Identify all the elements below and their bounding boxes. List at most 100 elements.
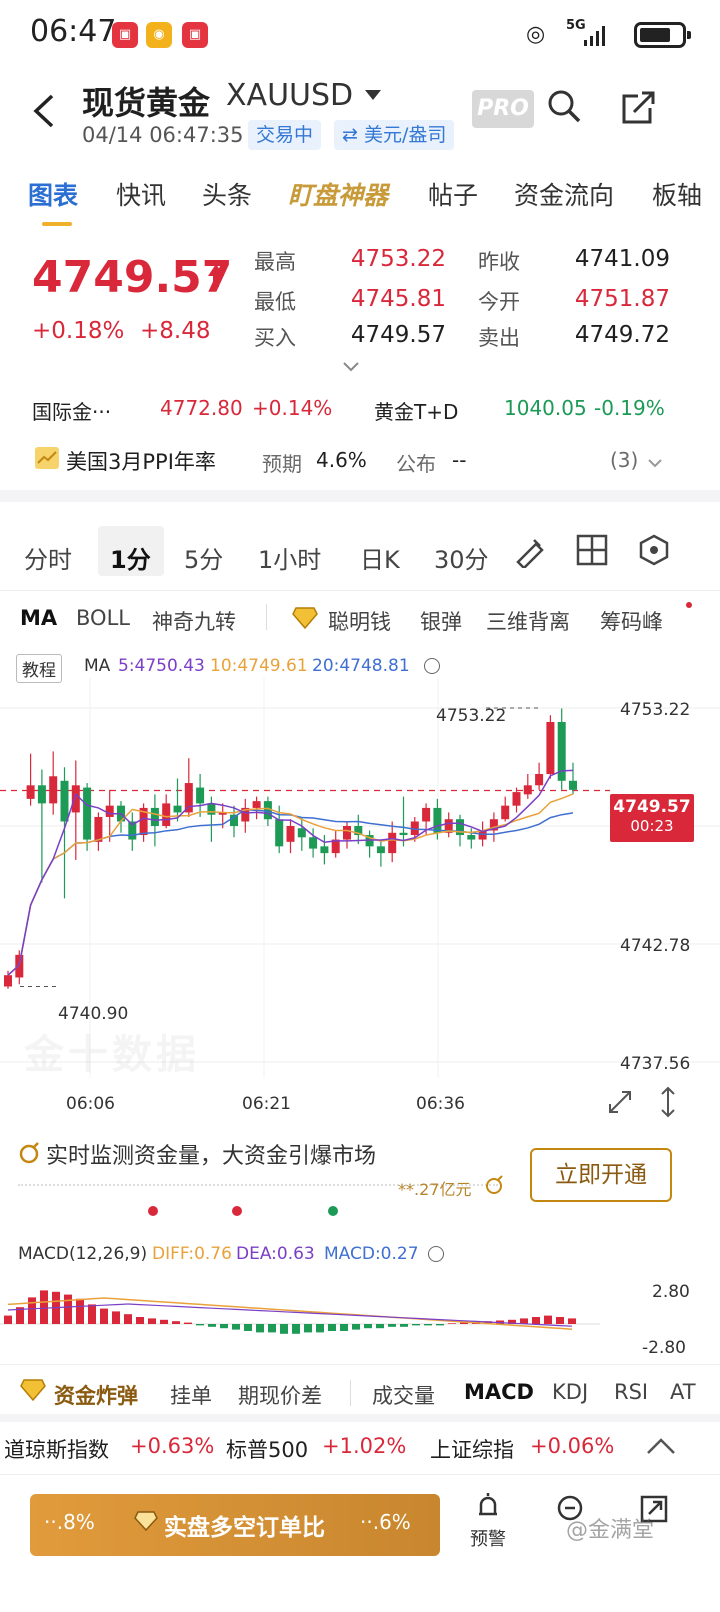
macd-y-bottom: -2.80	[642, 1338, 686, 1358]
event-name[interactable]: 美国3月PPI年率	[66, 446, 216, 476]
share-icon[interactable]	[620, 88, 658, 130]
tab-more[interactable]: 板轴	[652, 176, 702, 212]
index-name[interactable]: 上证综指	[430, 1434, 514, 1464]
indicator-td9[interactable]: 神奇九转	[152, 606, 236, 636]
instrument-title: 现货黄金	[82, 84, 211, 122]
last-price: 4749.57	[32, 252, 233, 303]
long-short-ratio-bar[interactable]: ··.8% 实盘多空订单比 ··.6%	[30, 1494, 440, 1556]
index-change: +1.02%	[322, 1434, 407, 1458]
last-price-tag: 4749.57 00:23	[610, 794, 694, 842]
subtab-basis[interactable]: 期现价差	[238, 1380, 322, 1410]
y-axis-top: 4753.22	[620, 700, 691, 720]
tab-posts[interactable]: 帖子	[428, 176, 478, 212]
tab-flash[interactable]: 快讯	[116, 176, 166, 212]
tab-chart[interactable]: 图表	[28, 176, 78, 212]
divider	[0, 1414, 720, 1422]
related-change: +0.14%	[252, 396, 333, 420]
related-name[interactable]: 国际金···	[32, 396, 111, 425]
change-pct: +0.18%	[32, 318, 125, 344]
period-1min[interactable]: 1分	[110, 540, 151, 575]
vertical-resize-icon[interactable]	[658, 1086, 678, 1122]
layout-grid-icon[interactable]	[576, 534, 608, 570]
event-count[interactable]: (3)	[610, 448, 638, 472]
calendar-event-icon	[34, 446, 60, 474]
related-name[interactable]: 黄金T+D	[374, 396, 458, 425]
subtab-volume[interactable]: 成交量	[372, 1380, 435, 1410]
x-axis-label: 06:36	[416, 1094, 465, 1114]
diamond-icon	[134, 1510, 158, 1536]
y-axis-bottom: 4737.56	[620, 1054, 691, 1074]
period-day[interactable]: 日K	[360, 540, 400, 575]
notification-icon: ▣	[112, 22, 138, 48]
subtab-more[interactable]: AT	[670, 1380, 696, 1404]
y-axis-mid: 4742.78	[620, 936, 691, 956]
low-marker-label: 4740.90	[58, 1004, 129, 1024]
fullscreen-icon[interactable]	[606, 1088, 634, 1120]
divider	[0, 590, 720, 591]
hotspot-icon: ◎	[526, 22, 546, 47]
chevron-up-icon[interactable]	[646, 1436, 676, 1460]
x-axis-label: 06:21	[242, 1094, 291, 1114]
alert-label: 预警	[470, 1529, 506, 1550]
notification-icon: ▣	[182, 22, 208, 48]
macd-panel[interactable]: MACD(12,26,9) DIFF:0.76 DEA:0.63 MACD:0.…	[0, 1238, 720, 1358]
search-icon[interactable]	[546, 88, 582, 128]
diamond-icon	[20, 1378, 46, 1406]
subtab-kdj[interactable]: KDJ	[552, 1380, 588, 1404]
tab-fund-flow[interactable]: 资金流向	[514, 176, 614, 212]
settings-hexagon-icon[interactable]	[638, 534, 670, 570]
subtab-fund-bomb[interactable]: 资金炸弹	[54, 1380, 138, 1410]
tab-headlines[interactable]: 头条	[202, 176, 252, 212]
alert-button[interactable]: 预警	[458, 1490, 518, 1551]
ask-value: 4749.72	[574, 322, 670, 348]
event-forecast-label: 预期	[262, 452, 302, 476]
period-5min[interactable]: 5分	[184, 540, 223, 575]
event-publish: --	[452, 448, 467, 472]
index-name[interactable]: 标普500	[226, 1434, 308, 1464]
open-value: 4751.87	[574, 286, 670, 312]
indicator-smart-money[interactable]: 聪明钱	[328, 606, 391, 636]
signal-dot	[148, 1206, 158, 1216]
signal-dot	[232, 1206, 242, 1216]
last-price-tag-value: 4749.57	[613, 797, 691, 817]
signal-dot	[328, 1206, 338, 1216]
expand-chevron-icon[interactable]	[342, 358, 360, 377]
tab-monitor[interactable]: 盯盘神器	[288, 176, 388, 212]
diamond-icon	[292, 606, 318, 634]
period-1h[interactable]: 1小时	[258, 540, 321, 575]
bomb-icon	[18, 1140, 42, 1168]
indicator-silver-bullet[interactable]: 银弹	[420, 606, 462, 636]
draw-tool-icon[interactable]	[512, 534, 546, 572]
status-time: 06:47	[30, 14, 117, 49]
unit-switch[interactable]: ⇄ 美元/盎司	[334, 120, 455, 150]
chevron-down-icon[interactable]	[365, 90, 381, 100]
period-tick[interactable]: 分时	[24, 540, 72, 575]
related-price: 1040.05	[504, 396, 587, 420]
index-change: +0.06%	[530, 1434, 615, 1458]
index-name[interactable]: 道琼斯指数	[4, 1434, 109, 1464]
kline-chart[interactable]: 教程 MA 5:4750.43 10:4749.61 20:4748.81 47…	[0, 648, 720, 1138]
indicator-divergence[interactable]: 三维背离	[486, 606, 570, 636]
indicator-boll[interactable]: BOLL	[76, 606, 130, 630]
high-marker-label: 4753.22	[436, 706, 507, 726]
short-pct: ··.6%	[360, 1510, 411, 1534]
watermark: 金十数据	[24, 1032, 200, 1078]
indicator-ma[interactable]: MA	[20, 606, 57, 630]
subtab-macd[interactable]: MACD	[464, 1380, 534, 1404]
signal-icon	[582, 22, 608, 48]
long-short-label: 实盘多空订单比	[164, 1515, 325, 1541]
battery-icon	[634, 22, 691, 48]
subtab-orders[interactable]: 挂单	[170, 1380, 212, 1410]
period-30min[interactable]: 30分	[434, 540, 489, 575]
instrument-symbol[interactable]: XAUUSD	[226, 78, 353, 113]
back-icon[interactable]	[30, 92, 60, 130]
chevron-down-icon[interactable]	[648, 454, 662, 473]
index-change: +0.63%	[130, 1434, 215, 1458]
divider	[0, 490, 720, 502]
subtab-rsi[interactable]: RSI	[614, 1380, 648, 1404]
pro-badge[interactable]: PRO	[472, 90, 534, 128]
activate-button[interactable]: 立即开通	[530, 1148, 672, 1202]
indicator-chip[interactable]: 筹码峰	[600, 606, 692, 636]
watermark: @金满堂	[566, 1518, 655, 1543]
divider	[0, 1364, 720, 1365]
